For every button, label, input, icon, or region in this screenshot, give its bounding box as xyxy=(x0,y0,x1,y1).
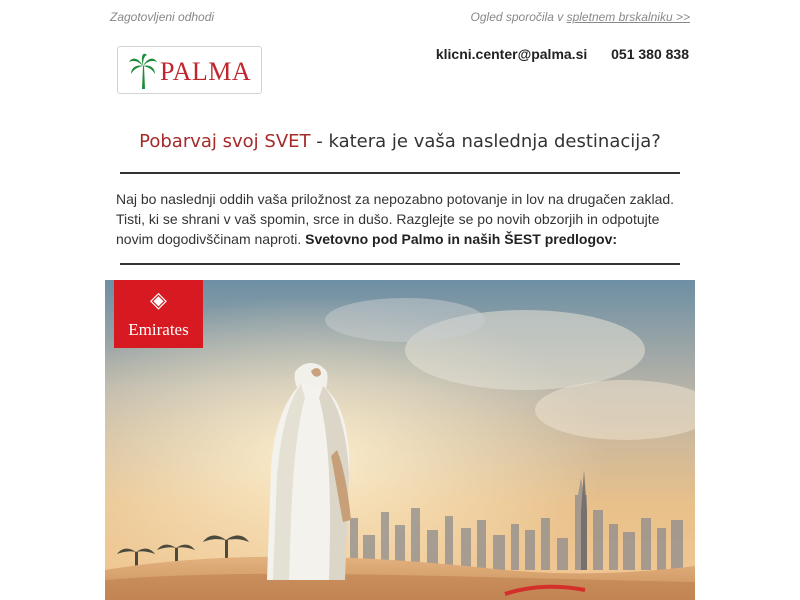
divider-bottom xyxy=(120,263,680,265)
headline: Pobarvaj svoj SVET - katera je vaša nasl… xyxy=(0,131,800,152)
intro-bold: Svetovno pod Palmo in naših ŠEST predlog… xyxy=(305,231,618,247)
top-bar: Zagotovljeni odhodi Ogled sporočila v sp… xyxy=(110,10,690,26)
view-in-browser-link[interactable]: spletnem brskalniku >> xyxy=(567,10,690,24)
guaranteed-departures-label: Zagotovljeni odhodi xyxy=(110,10,215,24)
view-in-browser: Ogled sporočila v spletnem brskalniku >> xyxy=(471,10,690,24)
palma-logo-text: PALMA xyxy=(160,57,252,86)
divider-top xyxy=(120,172,680,174)
headline-accent: Pobarvaj svoj SVET xyxy=(139,131,311,152)
contact-email[interactable]: klicni.center@palma.si xyxy=(436,46,587,62)
headline-rest: - katera je vaša naslednja destinacija? xyxy=(310,131,661,152)
emirates-logo: ◈ Emirates xyxy=(114,280,203,348)
palma-logo[interactable]: PALMA xyxy=(117,46,262,94)
palm-tree-icon xyxy=(129,53,157,89)
emirates-logo-text: Emirates xyxy=(128,320,189,339)
contact-info: klicni.center@palma.si 051 380 838 xyxy=(436,46,689,62)
contact-phone[interactable]: 051 380 838 xyxy=(611,46,689,62)
intro-paragraph: Naj bo naslednji oddih vaša priložnost z… xyxy=(116,189,686,249)
view-in-browser-prefix: Ogled sporočila v xyxy=(470,10,564,24)
hero-banner[interactable]: ◈ Emirates xyxy=(105,280,695,600)
emirates-calligraphy-icon: ◈ xyxy=(150,288,167,313)
